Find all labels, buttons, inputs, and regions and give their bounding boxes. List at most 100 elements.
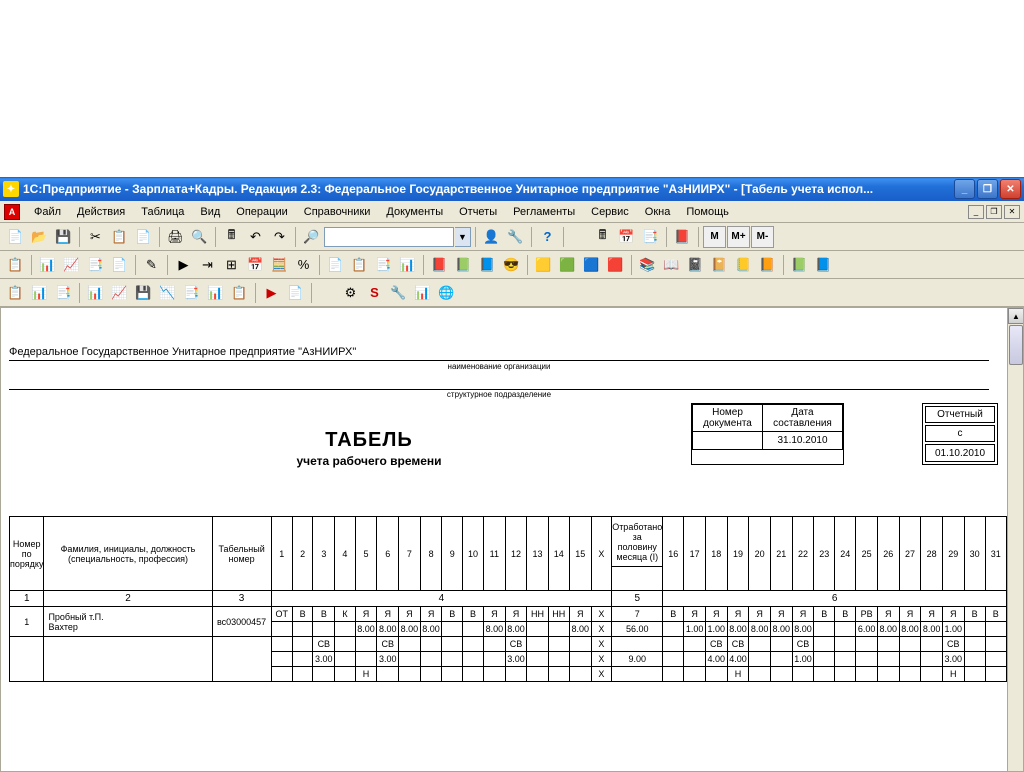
- help-icon[interactable]: ?: [536, 226, 559, 248]
- menu-file[interactable]: Файл: [26, 203, 69, 221]
- tb3-icon-5[interactable]: 📈: [108, 282, 131, 304]
- search-input[interactable]: [324, 227, 454, 247]
- tb3-icon-4[interactable]: 📊: [84, 282, 107, 304]
- tool-icon-b[interactable]: 🔧: [504, 226, 527, 248]
- menu-windows[interactable]: Окна: [637, 203, 679, 221]
- mdi-minimize-button[interactable]: _: [968, 205, 984, 219]
- menu-reports[interactable]: Отчеты: [451, 203, 505, 221]
- tb3-icon-7[interactable]: 📉: [156, 282, 179, 304]
- tb2-icon-28[interactable]: 📔: [708, 254, 731, 276]
- mdi-close-button[interactable]: ✕: [1004, 205, 1020, 219]
- tb3-icon-10[interactable]: 📋: [228, 282, 251, 304]
- tb2-icon-17[interactable]: 📕: [428, 254, 451, 276]
- tool-icon-a[interactable]: 👤: [480, 226, 503, 248]
- th-d19: 19: [727, 517, 749, 591]
- cut-icon[interactable]: ✂: [84, 226, 107, 248]
- calendar-icon[interactable]: 📅: [615, 226, 638, 248]
- open-icon[interactable]: 📂: [28, 226, 51, 248]
- tb2-icon-19[interactable]: 📘: [476, 254, 499, 276]
- tb2-icon-14[interactable]: 📋: [348, 254, 371, 276]
- tb3-icon-8[interactable]: 📑: [180, 282, 203, 304]
- cell: 3.00: [505, 652, 527, 667]
- tb2-icon-6[interactable]: ✎: [140, 254, 163, 276]
- calc2-icon[interactable]: 🖩: [591, 226, 614, 248]
- tb3-icon-17[interactable]: 🌐: [435, 282, 458, 304]
- tb2-icon-15[interactable]: 📑: [372, 254, 395, 276]
- book-icon[interactable]: 📕: [671, 226, 694, 248]
- menu-documents[interactable]: Документы: [378, 203, 451, 221]
- menu-actions[interactable]: Действия: [69, 203, 133, 221]
- tb2-icon-2[interactable]: 📊: [36, 254, 59, 276]
- tb2-icon-32[interactable]: 📘: [812, 254, 835, 276]
- tb3-icon-16[interactable]: 📊: [411, 282, 434, 304]
- m-plus-button[interactable]: M+: [727, 226, 750, 248]
- tb3-icon-2[interactable]: 📊: [28, 282, 51, 304]
- undo-icon[interactable]: ↶: [244, 226, 267, 248]
- tb2-icon-11[interactable]: 🧮: [268, 254, 291, 276]
- m-minus-button[interactable]: M-: [751, 226, 774, 248]
- scroll-thumb[interactable]: [1009, 325, 1023, 365]
- tb3-icon-14[interactable]: S: [363, 282, 386, 304]
- menu-view[interactable]: Вид: [192, 203, 228, 221]
- paste-icon[interactable]: 📄: [132, 226, 155, 248]
- redo-icon[interactable]: ↷: [268, 226, 291, 248]
- tb2-icon-23[interactable]: 🟦: [580, 254, 603, 276]
- find-icon[interactable]: 🔎: [300, 226, 323, 248]
- tb2-icon-25[interactable]: 📚: [636, 254, 659, 276]
- tb2-icon-24[interactable]: 🟥: [604, 254, 627, 276]
- tb2-icon-31[interactable]: 📗: [788, 254, 811, 276]
- save-icon[interactable]: 💾: [52, 226, 75, 248]
- tb3-icon-11[interactable]: ▶: [260, 282, 283, 304]
- tb2-icon-16[interactable]: 📊: [396, 254, 419, 276]
- cell: [463, 622, 484, 637]
- print-icon[interactable]: 🖨: [164, 226, 187, 248]
- vertical-scrollbar[interactable]: ▲: [1007, 308, 1023, 771]
- tb2-icon-9[interactable]: ⊞: [220, 254, 243, 276]
- tb2-icon-4[interactable]: 📑: [84, 254, 107, 276]
- tb3-icon-6[interactable]: 💾: [132, 282, 155, 304]
- tb2-icon-26[interactable]: 📖: [660, 254, 683, 276]
- mdi-restore-button[interactable]: ❐: [986, 205, 1002, 219]
- cell: [527, 622, 548, 637]
- tb3-icon-13[interactable]: ⚙: [339, 282, 362, 304]
- scroll-up-icon[interactable]: ▲: [1008, 308, 1024, 324]
- calc-icon[interactable]: 🖩: [220, 226, 243, 248]
- tb2-icon-30[interactable]: 📙: [756, 254, 779, 276]
- tb2-icon-8[interactable]: ⇥: [196, 254, 219, 276]
- tb2-icon-13[interactable]: 📄: [324, 254, 347, 276]
- copy-icon[interactable]: 📋: [108, 226, 131, 248]
- tb2-icon-5[interactable]: 📄: [108, 254, 131, 276]
- cell: 8.00: [792, 622, 814, 637]
- tb2-icon-18[interactable]: 📗: [452, 254, 475, 276]
- cell: [355, 637, 377, 652]
- tb2-icon-21[interactable]: 🟨: [532, 254, 555, 276]
- tb2-icon-1[interactable]: 📋: [4, 254, 27, 276]
- maximize-button[interactable]: ❐: [977, 179, 998, 199]
- tb2-icon-20[interactable]: 😎: [500, 254, 523, 276]
- new-icon[interactable]: 📄: [4, 226, 27, 248]
- tb2-icon-7[interactable]: ▶: [172, 254, 195, 276]
- menu-directories[interactable]: Справочники: [296, 203, 379, 221]
- m-button[interactable]: M: [703, 226, 726, 248]
- menu-table[interactable]: Таблица: [133, 203, 192, 221]
- tb2-icon-27[interactable]: 📓: [684, 254, 707, 276]
- tb3-icon-3[interactable]: 📑: [52, 282, 75, 304]
- tb3-icon-12[interactable]: 📄: [284, 282, 307, 304]
- tb3-icon-15[interactable]: 🔧: [387, 282, 410, 304]
- tb2-icon-12[interactable]: %: [292, 254, 315, 276]
- tb2-icon-22[interactable]: 🟩: [556, 254, 579, 276]
- search-dropdown-icon[interactable]: ▼: [455, 227, 471, 247]
- tb2-icon-29[interactable]: 📒: [732, 254, 755, 276]
- menu-reglaments[interactable]: Регламенты: [505, 203, 583, 221]
- close-button[interactable]: ✕: [1000, 179, 1021, 199]
- tb3-icon-1[interactable]: 📋: [4, 282, 27, 304]
- preview-icon[interactable]: 🔍: [188, 226, 211, 248]
- menu-operations[interactable]: Операции: [228, 203, 295, 221]
- tb3-icon-9[interactable]: 📊: [204, 282, 227, 304]
- minimize-button[interactable]: _: [954, 179, 975, 199]
- props-icon[interactable]: 📑: [639, 226, 662, 248]
- tb2-icon-3[interactable]: 📈: [60, 254, 83, 276]
- menu-service[interactable]: Сервис: [583, 203, 637, 221]
- menu-help[interactable]: Помощь: [678, 203, 737, 221]
- tb2-icon-10[interactable]: 📅: [244, 254, 267, 276]
